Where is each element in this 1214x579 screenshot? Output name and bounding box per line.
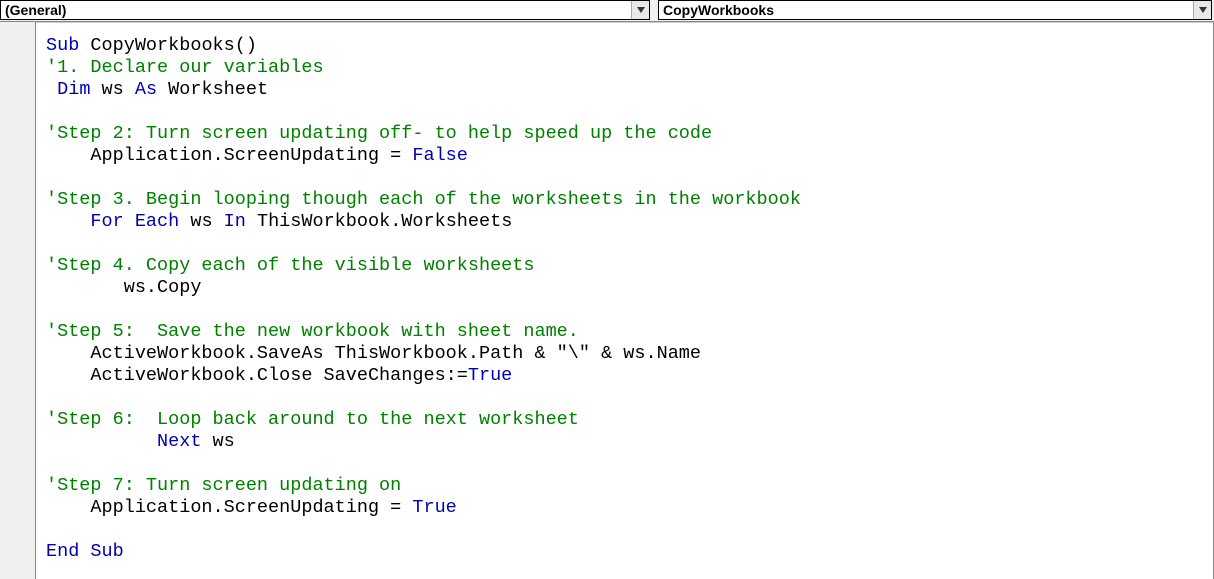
code-line: '1. Declare our variables: [46, 57, 1203, 79]
chevron-down-icon: [631, 1, 649, 19]
object-dropdown[interactable]: (General): [0, 0, 650, 20]
code-line: 'Step 2: Turn screen updating off- to he…: [46, 123, 1203, 145]
code-line: 'Step 7: Turn screen updating on: [46, 475, 1203, 497]
code-line: ws.Copy: [46, 277, 1203, 299]
margin-indicator-bar: [0, 22, 36, 579]
code-line: [46, 453, 1203, 475]
editor-wrap: Sub CopyWorkbooks()'1. Declare our varia…: [0, 22, 1214, 579]
code-line: 'Step 3. Begin looping though each of th…: [46, 189, 1203, 211]
procedure-dropdown[interactable]: CopyWorkbooks: [658, 0, 1212, 20]
code-line: Application.ScreenUpdating = True: [46, 497, 1203, 519]
code-line: ActiveWorkbook.Close SaveChanges:=True: [46, 365, 1203, 387]
code-line: End Sub: [46, 541, 1203, 563]
code-line: ActiveWorkbook.SaveAs ThisWorkbook.Path …: [46, 343, 1203, 365]
code-line: 'Step 5: Save the new workbook with shee…: [46, 321, 1203, 343]
code-line: [46, 233, 1203, 255]
code-line: 'Step 6: Loop back around to the next wo…: [46, 409, 1203, 431]
code-line: [46, 387, 1203, 409]
object-dropdown-text: (General): [1, 2, 631, 18]
code-line: Sub CopyWorkbooks(): [46, 35, 1203, 57]
code-line: Next ws: [46, 431, 1203, 453]
procedure-dropdown-text: CopyWorkbooks: [659, 2, 1193, 18]
chevron-down-icon: [1193, 1, 1211, 19]
code-line: [46, 299, 1203, 321]
code-line: For Each ws In ThisWorkbook.Worksheets: [46, 211, 1203, 233]
code-line: [46, 519, 1203, 541]
code-line: 'Step 4. Copy each of the visible worksh…: [46, 255, 1203, 277]
dropdown-bar: (General) CopyWorkbooks: [0, 0, 1214, 22]
code-line: [46, 101, 1203, 123]
code-line: Application.ScreenUpdating = False: [46, 145, 1203, 167]
code-line: [46, 167, 1203, 189]
code-editor[interactable]: Sub CopyWorkbooks()'1. Declare our varia…: [36, 22, 1214, 579]
code-line: Dim ws As Worksheet: [46, 79, 1203, 101]
